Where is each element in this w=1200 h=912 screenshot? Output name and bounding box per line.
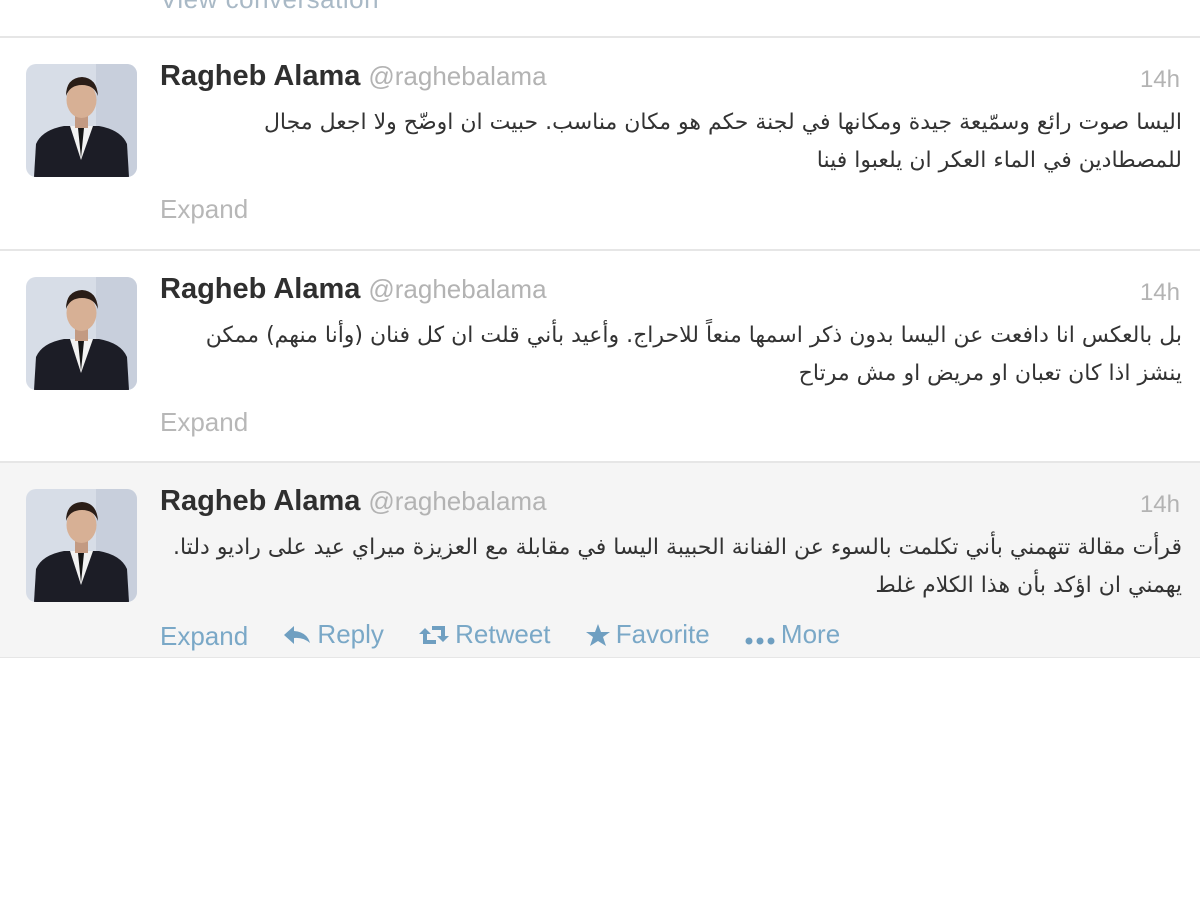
ellipsis-icon [745, 622, 775, 653]
view-conversation-link[interactable]: View conversation [160, 0, 379, 15]
tweet-actions: Expand [160, 405, 276, 438]
tweet-header: Ragheb Alama @raghebalama [160, 273, 547, 313]
star-icon [585, 622, 610, 653]
previous-tweet-stub: View conversation [0, 0, 1200, 38]
expand-link[interactable]: Expand [160, 621, 248, 652]
tweet-actions: Expand [160, 192, 276, 225]
tweet-text: اليسا صوت رائع وسمّيعة جيدة ومكانها في ل… [263, 110, 1182, 173]
author-fullname[interactable]: Ragheb Alama [160, 273, 360, 305]
author-fullname[interactable]: Ragheb Alama [160, 485, 360, 517]
avatar[interactable] [26, 64, 137, 177]
avatar[interactable] [26, 277, 137, 390]
more-label: More [780, 619, 841, 650]
reply-arrow-icon [283, 622, 311, 653]
author-username[interactable]: @raghebalama [368, 274, 546, 304]
favorite-label: Favorite [615, 619, 710, 650]
author-fullname[interactable]: Ragheb Alama [160, 60, 360, 92]
tweet-timeline: View conversation Ragheb Alama @raghebala… [0, 0, 1200, 912]
reply-button[interactable]: Reply [283, 619, 384, 653]
retweet-button[interactable]: Retweet [419, 619, 551, 653]
tweet-item[interactable]: Ragheb Alama @raghebalama 14h بل بالعكس ا… [0, 251, 1200, 463]
expand-link[interactable]: Expand [160, 407, 248, 438]
reply-label: Reply [317, 619, 384, 650]
author-username[interactable]: @raghebalama [368, 486, 546, 516]
tweet-timestamp[interactable]: 14h [1140, 279, 1180, 307]
tweet-text: قرأت مقالة تتهمني بأني تكلمت بالسوء عن ا… [172, 535, 1182, 598]
tweet-item[interactable]: Ragheb Alama @raghebalama 14h اليسا صوت ر… [0, 38, 1200, 251]
tweet-text: بل بالعكس انا دافعت عن اليسا بدون ذكر اس… [205, 323, 1182, 386]
tweet-timestamp[interactable]: 14h [1140, 66, 1180, 94]
favorite-button[interactable]: Favorite [585, 619, 710, 653]
tweet-header: Ragheb Alama @raghebalama [160, 60, 547, 100]
retweet-label: Retweet [455, 619, 551, 650]
more-button[interactable]: More [745, 619, 840, 653]
retweet-icon [419, 622, 450, 653]
tweet-header: Ragheb Alama @raghebalama [160, 485, 547, 525]
tweet-timestamp[interactable]: 14h [1140, 491, 1180, 519]
author-username[interactable]: @raghebalama [368, 61, 546, 91]
tweet-actions: Expand Reply Retweet Favorite More [160, 619, 868, 653]
avatar[interactable] [26, 489, 137, 602]
expand-link[interactable]: Expand [160, 194, 248, 225]
tweet-item[interactable]: Ragheb Alama @raghebalama 14h قرأت مقالة … [0, 463, 1200, 658]
